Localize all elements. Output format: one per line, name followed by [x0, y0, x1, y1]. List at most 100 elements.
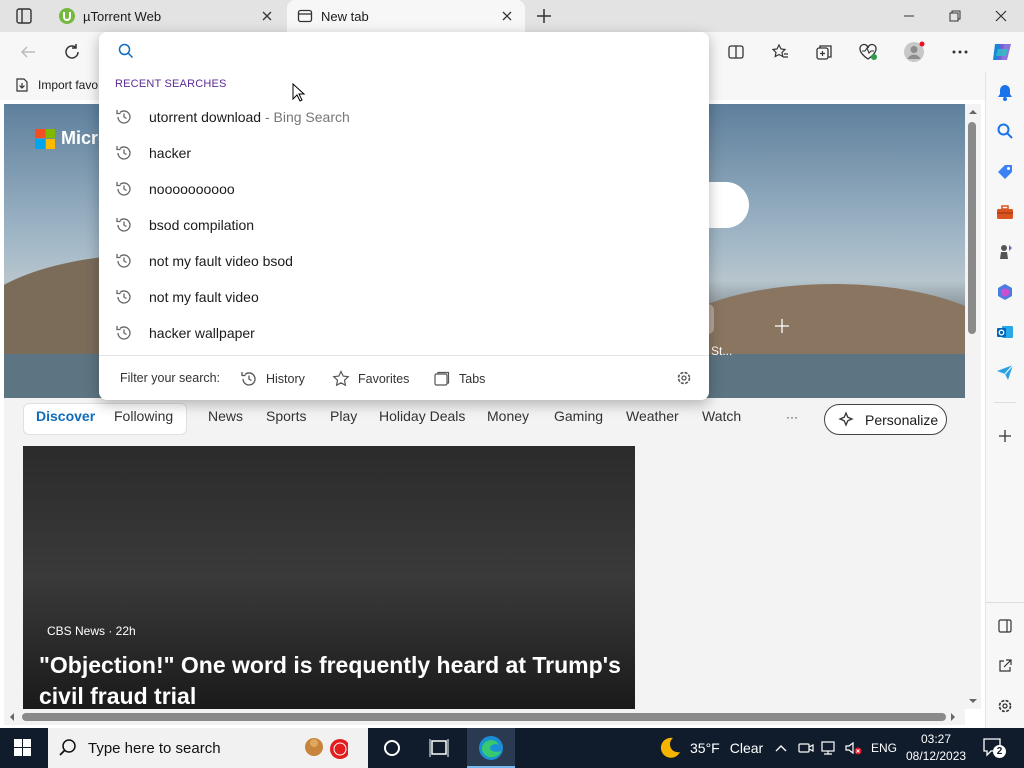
task-view-button[interactable] [429, 738, 451, 758]
add-sidebar-app-button[interactable] [993, 424, 1017, 448]
language-indicator[interactable]: ENG [871, 728, 897, 768]
filter-favorites-label: Favorites [358, 372, 410, 386]
external-link-button[interactable] [993, 654, 1017, 678]
outlook-button[interactable] [993, 320, 1017, 344]
tools-button[interactable] [993, 200, 1017, 224]
restore-button[interactable] [932, 0, 978, 32]
back-button[interactable] [12, 36, 44, 68]
search-icon [997, 123, 1013, 139]
tab-following[interactable]: Following [114, 408, 173, 424]
hide-sidebar-button[interactable] [993, 614, 1017, 638]
browser-essentials-button[interactable] [852, 36, 884, 68]
suggestion-text: noooooooooo [149, 181, 235, 197]
suggestion-item[interactable]: bsod compilation [99, 207, 709, 243]
tab-watch[interactable]: Watch [702, 408, 741, 424]
tab-discover[interactable]: Discover [36, 408, 95, 424]
clock[interactable]: 03:27 08/12/2023 [906, 731, 966, 765]
volume-button[interactable] [844, 728, 862, 768]
weather-temperature: 35°F [690, 740, 720, 756]
microsoft-365-button[interactable] [993, 280, 1017, 304]
tab-strip: µTorrent Web New tab [0, 0, 1024, 32]
filter-history-button[interactable]: History [240, 370, 305, 388]
network-button[interactable] [820, 728, 838, 768]
suggestion-item[interactable]: not my fault video [99, 279, 709, 315]
shopping-button[interactable] [993, 160, 1017, 184]
taskbar-search-box[interactable]: Type here to search [48, 728, 368, 768]
personalize-button[interactable]: Personalize [824, 404, 947, 435]
tab-gaming[interactable]: Gaming [554, 408, 603, 424]
collections-button[interactable] [808, 36, 840, 68]
notifications-button[interactable] [993, 80, 1017, 104]
tab-holiday-deals[interactable]: Holiday Deals [379, 408, 465, 424]
tab-sports[interactable]: Sports [266, 408, 306, 424]
cortana-button[interactable] [382, 738, 402, 758]
weather-widget[interactable]: 35°F Clear [658, 728, 763, 768]
history-icon [116, 326, 131, 340]
edge-sidebar [985, 72, 1024, 728]
suggestion-text: not my fault video bsod [149, 253, 293, 269]
news-card[interactable]: CBS News · 22h "Objection!" One word is … [23, 446, 635, 709]
suggestion-item[interactable]: hacker wallpaper [99, 315, 709, 351]
meet-now-button[interactable] [798, 728, 814, 768]
horizontal-scroll-thumb[interactable] [22, 713, 946, 721]
split-screen-button[interactable] [720, 36, 752, 68]
search-sidebar-button[interactable] [993, 119, 1017, 143]
suggestion-text: utorrent download [149, 109, 262, 125]
volume-muted-icon [845, 741, 862, 755]
horizontal-scrollbar[interactable] [4, 709, 965, 725]
suggestion-item[interactable]: not my fault video bsod [99, 243, 709, 279]
more-tabs-button[interactable]: ··· [786, 410, 798, 424]
tab-news[interactable]: News [208, 408, 243, 424]
suggestion-item[interactable]: noooooooooo [99, 171, 709, 207]
history-icon [116, 182, 131, 196]
customize-sidebar-button[interactable] [993, 694, 1017, 718]
refresh-button[interactable] [56, 36, 88, 68]
start-button[interactable] [14, 739, 32, 757]
suggestion-text: hacker [149, 145, 192, 161]
close-icon [502, 11, 512, 21]
new-tab-button[interactable] [534, 6, 554, 26]
games-button[interactable] [993, 240, 1017, 264]
bell-icon [998, 85, 1012, 101]
refresh-icon [65, 44, 79, 59]
close-tab-button[interactable] [259, 8, 275, 24]
vertical-scroll-thumb[interactable] [968, 122, 976, 334]
filter-label: Filter your search: [120, 371, 221, 385]
tab-utorrent[interactable]: µTorrent Web [47, 0, 285, 32]
search-icon [59, 739, 76, 756]
tab-title: µTorrent Web [83, 8, 162, 24]
address-bar[interactable] [99, 32, 709, 72]
chevron-up-icon [775, 745, 787, 752]
chess-piece-icon [1000, 245, 1012, 259]
windows-taskbar: Type here to search 35°F Clear ENG 03:27… [0, 728, 1024, 768]
toolbox-icon [997, 205, 1013, 219]
minimize-button[interactable] [886, 0, 932, 32]
search-settings-button[interactable] [675, 369, 693, 387]
copilot-button[interactable] [986, 36, 1018, 68]
settings-more-button[interactable] [944, 36, 976, 68]
close-window-button[interactable] [978, 0, 1024, 32]
tab-money[interactable]: Money [487, 408, 529, 424]
filter-favorites-button[interactable]: Favorites [332, 370, 409, 388]
address-input[interactable] [143, 41, 683, 63]
tab-new-tab[interactable]: New tab [287, 0, 525, 32]
vertical-scrollbar[interactable] [965, 104, 981, 709]
filter-tabs-button[interactable]: Tabs [433, 370, 485, 388]
taskbar-edge-button[interactable] [467, 728, 515, 768]
send-button[interactable] [993, 360, 1017, 384]
show-hidden-icons-button[interactable] [774, 728, 788, 768]
suggestion-text: hacker wallpaper [149, 325, 255, 341]
news-headline[interactable]: "Objection!" One word is frequently hear… [39, 650, 629, 709]
tab-actions-button[interactable] [12, 6, 36, 26]
tab-weather[interactable]: Weather [626, 408, 679, 424]
tab-play[interactable]: Play [330, 408, 357, 424]
suggestion-item[interactable]: utorrent download - Bing Search [99, 99, 709, 135]
windows-logo-icon [14, 739, 31, 756]
import-favorites-button[interactable]: Import favo [14, 77, 98, 93]
action-center-button[interactable]: 2 [982, 737, 1006, 759]
profile-button[interactable] [898, 36, 930, 68]
close-tab-button[interactable] [499, 8, 515, 24]
favorites-button[interactable] [764, 36, 796, 68]
suggestion-item[interactable]: hacker [99, 135, 709, 171]
add-shortcut-button[interactable] [774, 318, 790, 334]
